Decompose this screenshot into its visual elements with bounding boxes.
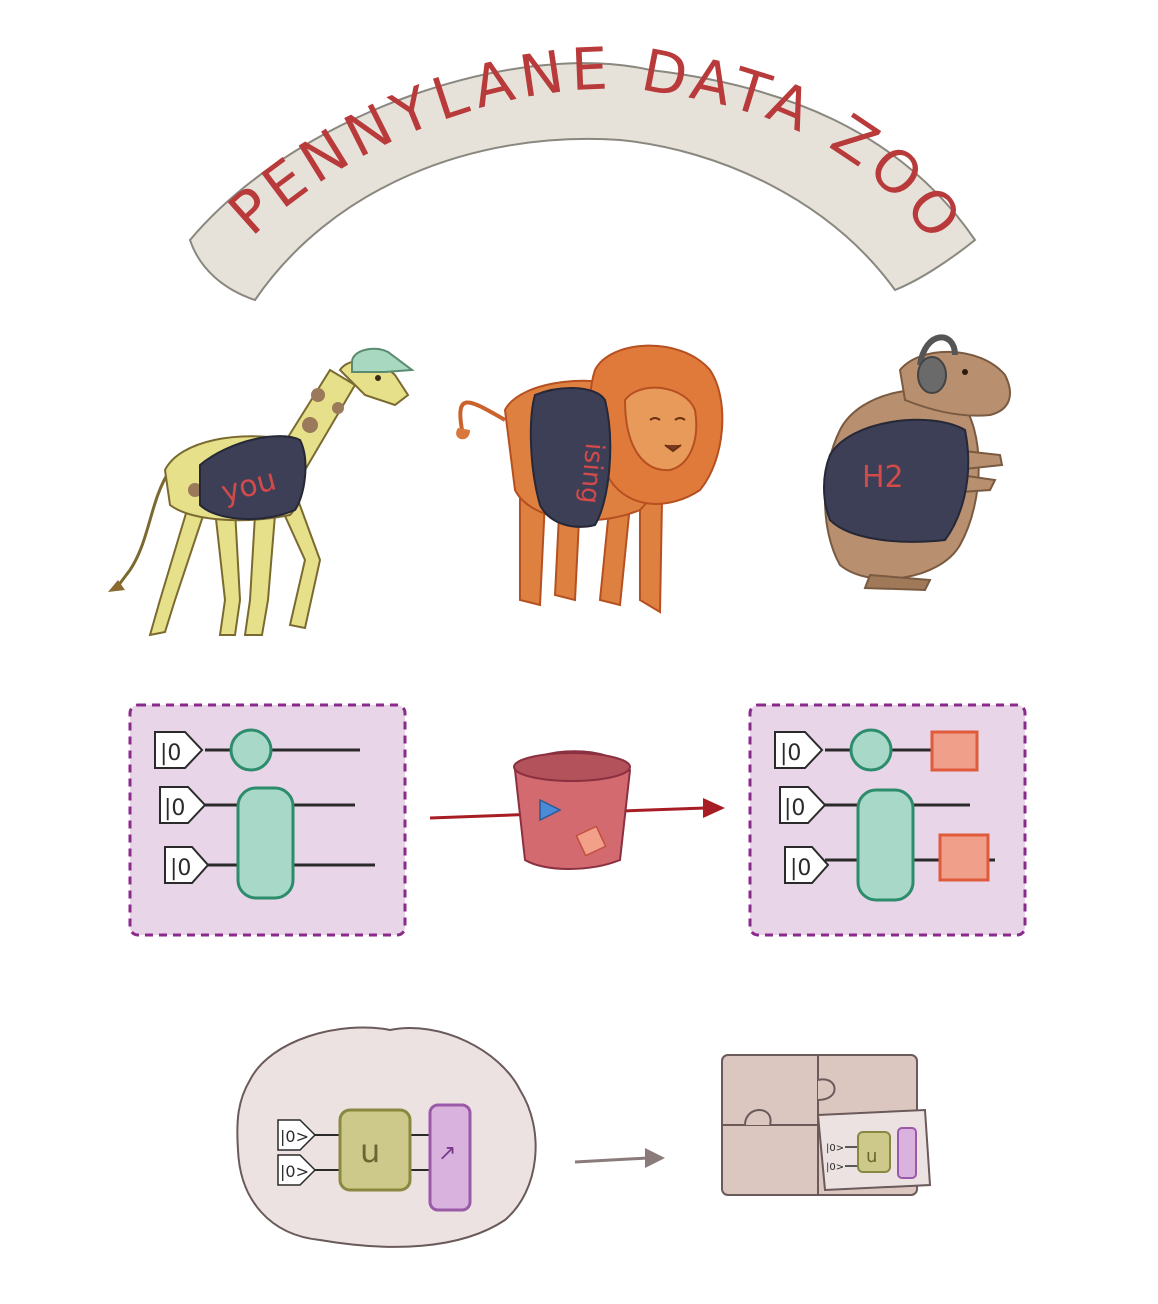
arrow-head	[703, 798, 725, 818]
svg-text:|0>: |0>	[280, 1162, 309, 1181]
illustration-canvas: PENNYLANE DATA ZOO you ising H2 |0 |0 |0…	[108, 34, 1027, 1248]
circuit-left: |0 |0 |0	[128, 703, 407, 937]
svg-text:|0>: |0>	[280, 1127, 309, 1146]
giraffe-illustration: you	[108, 347, 415, 637]
puzzle-illustration: |0> |0> u	[721, 1054, 932, 1196]
transform-arrow	[574, 1148, 665, 1168]
svg-text:|0: |0	[164, 796, 185, 821]
lion-illustration: ising	[456, 344, 724, 614]
svg-text:|0>: |0>	[826, 1162, 844, 1173]
cloud-circuit: |0> |0> u ↗	[236, 1026, 537, 1248]
svg-text:|0>: |0>	[826, 1143, 844, 1154]
measurement-2	[938, 833, 990, 882]
svg-text:|0: |0	[790, 856, 811, 881]
capybara-shirt-label: H2	[862, 460, 904, 495]
measurement-1	[930, 730, 979, 772]
circuit-right: |0 |0 |0	[748, 703, 1027, 937]
svg-text:|0: |0	[160, 741, 181, 766]
two-qubit-gate	[856, 788, 915, 902]
unitary-gate-label: u	[360, 1132, 380, 1170]
svg-text:|0: |0	[780, 741, 801, 766]
svg-text:|0: |0	[170, 856, 191, 881]
svg-text:|0: |0	[784, 796, 805, 821]
measurement-gate-label: ↗	[438, 1141, 456, 1166]
single-qubit-gate	[849, 728, 893, 772]
title-banner: PENNYLANE DATA ZOO	[188, 34, 977, 302]
capybara-illustration: H2	[823, 334, 1011, 592]
dataset-bucket	[429, 750, 725, 870]
single-qubit-gate	[229, 728, 273, 772]
lion-shirt-label: ising	[574, 442, 609, 505]
two-qubit-gate	[236, 786, 295, 900]
svg-text:u: u	[866, 1146, 877, 1167]
